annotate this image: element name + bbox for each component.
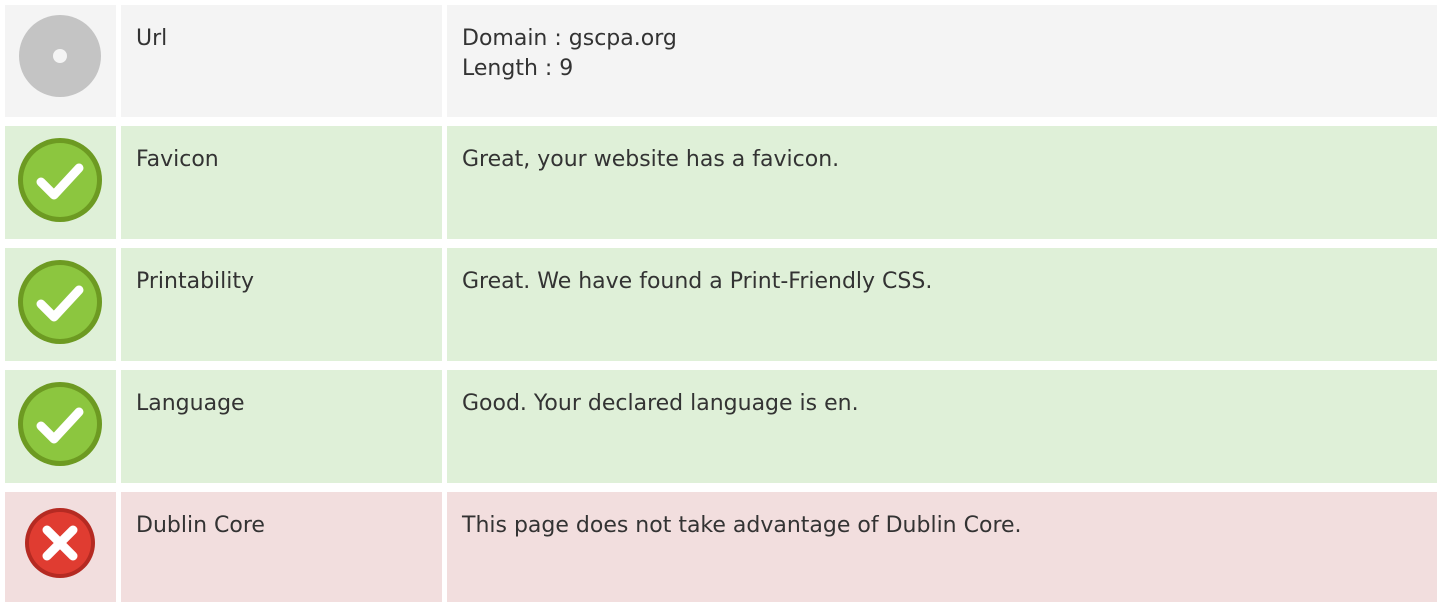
report-row-favicon: Favicon Great, your website has a favico…	[5, 126, 1437, 239]
check-name: Language	[136, 391, 245, 416]
check-name-cell: Dublin Core	[121, 492, 442, 602]
status-cell	[5, 248, 116, 361]
length-line: Length : 9	[462, 56, 574, 81]
check-result: This page does not take advantage of Dub…	[462, 513, 1022, 538]
check-name-cell: Favicon	[121, 126, 442, 239]
check-result: Good. Your declared language is en.	[462, 391, 859, 416]
red-cross-icon	[24, 507, 96, 579]
check-result-cell: Great, your website has a favicon.	[447, 126, 1437, 239]
green-check-icon	[17, 381, 103, 467]
check-result-cell: Good. Your declared language is en.	[447, 370, 1437, 483]
status-cell	[5, 370, 116, 483]
green-check-icon	[17, 137, 103, 223]
check-result-cell: This page does not take advantage of Dub…	[447, 492, 1437, 602]
check-result-cell: Domain : gscpa.org Length : 9	[447, 5, 1437, 117]
check-name-cell: Language	[121, 370, 442, 483]
report-row-url: Url Domain : gscpa.org Length : 9	[5, 5, 1437, 117]
status-cell	[5, 5, 116, 117]
green-check-icon	[17, 259, 103, 345]
domain-line: Domain : gscpa.org	[462, 26, 677, 51]
check-name: Printability	[136, 269, 255, 294]
status-cell	[5, 126, 116, 239]
report-row-printability: Printability Great. We have found a Prin…	[5, 248, 1437, 361]
neutral-disc-icon	[18, 14, 102, 98]
report-row-dublin-core: Dublin Core This page does not take adva…	[5, 492, 1437, 602]
check-result-cell: Great. We have found a Print-Friendly CS…	[447, 248, 1437, 361]
check-result: Great, your website has a favicon.	[462, 147, 840, 172]
check-name: Favicon	[136, 147, 219, 172]
check-result: Great. We have found a Print-Friendly CS…	[462, 269, 933, 294]
check-name-cell: Printability	[121, 248, 442, 361]
status-cell	[5, 492, 116, 602]
report-row-language: Language Good. Your declared language is…	[5, 370, 1437, 483]
check-result: Domain : gscpa.org Length : 9	[462, 24, 677, 84]
check-name: Dublin Core	[136, 513, 265, 538]
check-name: Url	[136, 26, 168, 51]
check-name-cell: Url	[121, 5, 442, 117]
seo-report-table: Url Domain : gscpa.org Length : 9 Favico…	[0, 0, 1445, 602]
